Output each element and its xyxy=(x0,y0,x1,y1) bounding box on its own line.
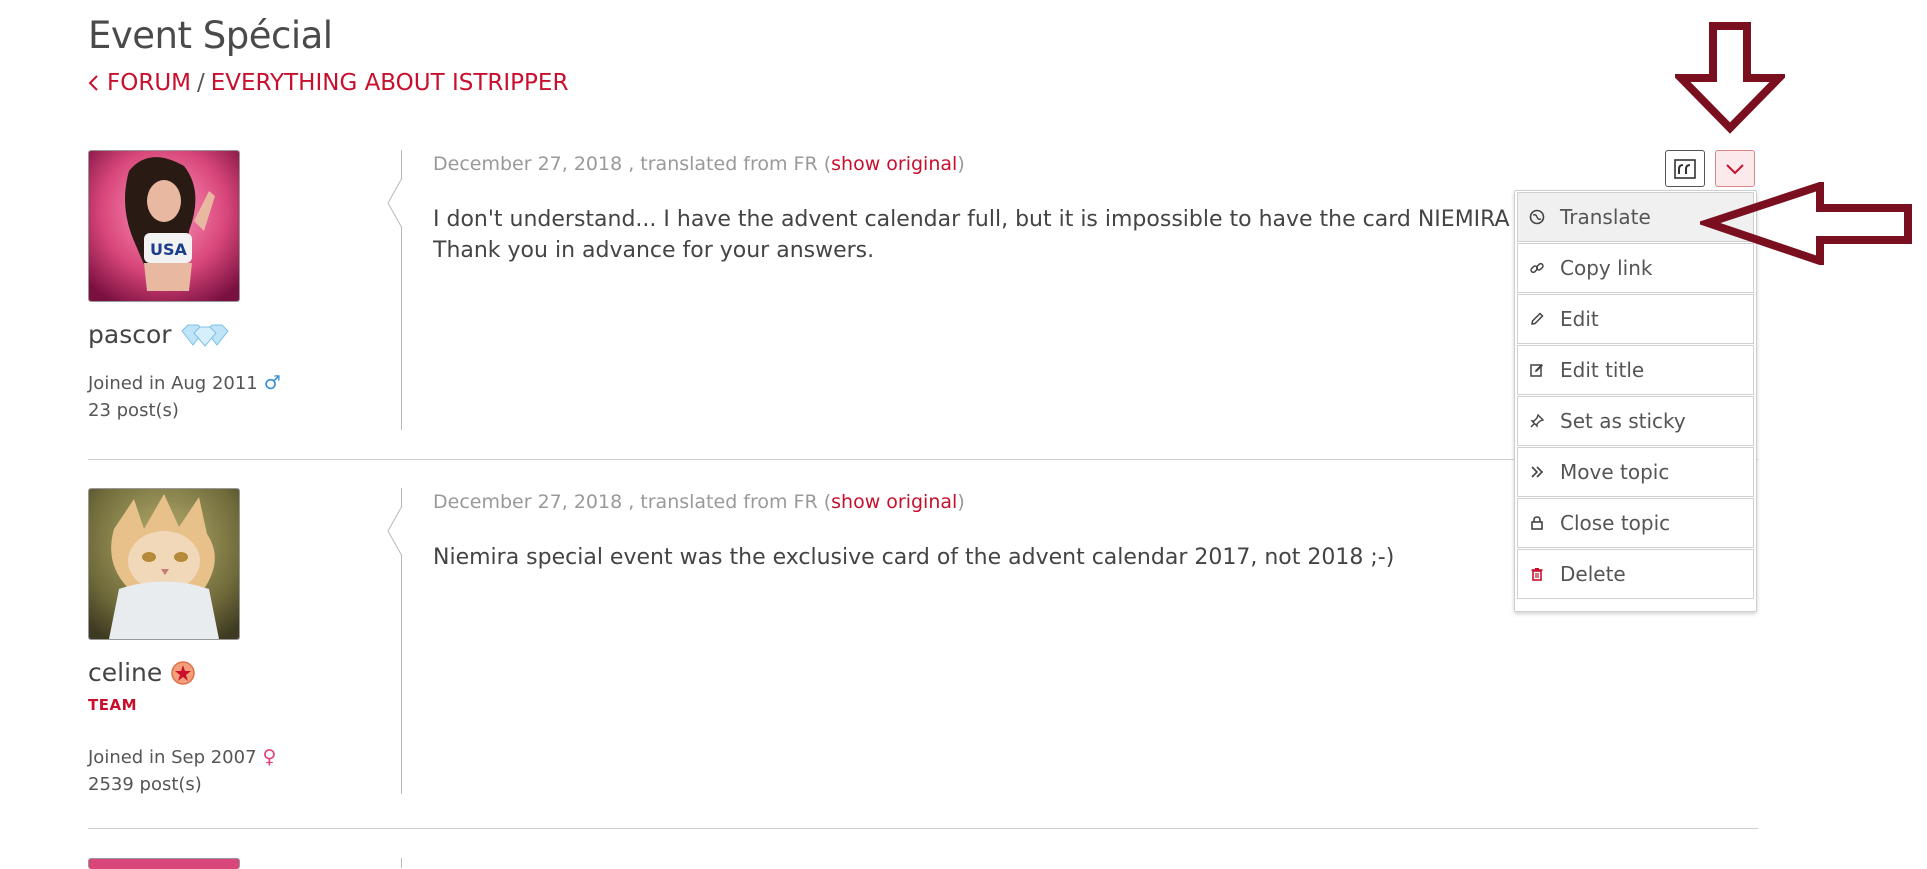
trash-icon xyxy=(1528,565,1546,583)
post-body: Niemira special event was the exclusive … xyxy=(433,545,1395,570)
post-separator xyxy=(88,828,1758,829)
pencil-icon xyxy=(1528,310,1546,328)
double-chevron-icon xyxy=(1528,463,1546,481)
breadcrumb-separator: / xyxy=(197,70,205,96)
speech-notch xyxy=(387,178,403,228)
avatar[interactable] xyxy=(88,488,240,640)
menu-item-set-as-sticky[interactable]: Set as sticky xyxy=(1517,396,1754,446)
post: USA pascor Joined in Aug 2011 ♂ 23 post(… xyxy=(88,150,1758,455)
post-meta: December 27, 2018 , translated from FR (… xyxy=(433,491,965,513)
menu-item-edit-title[interactable]: Edit title xyxy=(1517,345,1754,395)
page-title: Event Spécial xyxy=(88,14,333,57)
speech-notch xyxy=(387,506,403,556)
username[interactable]: celine xyxy=(88,658,196,687)
avatar[interactable]: USA xyxy=(88,150,240,302)
edit-box-icon xyxy=(1528,361,1546,379)
post-count: 2539 post(s) xyxy=(88,774,202,795)
quote-button[interactable] xyxy=(1665,150,1705,187)
post-separator xyxy=(88,459,1758,460)
male-icon: ♂ xyxy=(263,372,281,394)
menu-item-edit[interactable]: Edit xyxy=(1517,294,1754,344)
show-original-link[interactable]: show original xyxy=(831,491,957,513)
post-count: 23 post(s) xyxy=(88,400,179,421)
breadcrumb-forum-link[interactable]: FORUM xyxy=(107,70,191,96)
username[interactable]: pascor xyxy=(88,320,232,349)
post-body: I don't understand... I have the advent … xyxy=(433,207,1523,263)
lock-icon xyxy=(1528,514,1546,532)
star-badge-icon xyxy=(171,660,195,685)
pin-icon xyxy=(1528,412,1546,430)
menu-item-close-topic[interactable]: Close topic xyxy=(1517,498,1754,548)
quote-icon xyxy=(1674,158,1696,179)
diamonds-icon xyxy=(180,324,229,347)
chevron-down-icon xyxy=(1726,163,1744,174)
svg-text:USA: USA xyxy=(150,240,188,259)
joined-date: Joined in Sep 2007 ♀ xyxy=(88,746,277,768)
link-icon xyxy=(1528,259,1546,277)
breadcrumb-section-link[interactable]: EVERYTHING ABOUT ISTRIPPER xyxy=(211,70,569,96)
chevron-left-icon[interactable] xyxy=(87,73,101,93)
annotation-arrow-left xyxy=(1700,182,1912,265)
post-meta: December 27, 2018 , translated from FR (… xyxy=(433,153,965,175)
show-original-link[interactable]: show original xyxy=(831,153,957,175)
menu-item-delete[interactable]: Delete xyxy=(1517,549,1754,599)
role-badge: TEAM xyxy=(88,696,138,714)
joined-date: Joined in Aug 2011 ♂ xyxy=(88,372,281,394)
globe-icon xyxy=(1528,208,1546,226)
female-icon: ♀ xyxy=(262,746,277,768)
breadcrumb: FORUM / EVERYTHING ABOUT ISTRIPPER xyxy=(87,70,568,96)
menu-item-move-topic[interactable]: Move topic xyxy=(1517,447,1754,497)
post: celine TEAM Joined in Sep 2007 ♀ 2539 po… xyxy=(88,488,1758,828)
annotation-arrow-down xyxy=(1675,22,1785,134)
